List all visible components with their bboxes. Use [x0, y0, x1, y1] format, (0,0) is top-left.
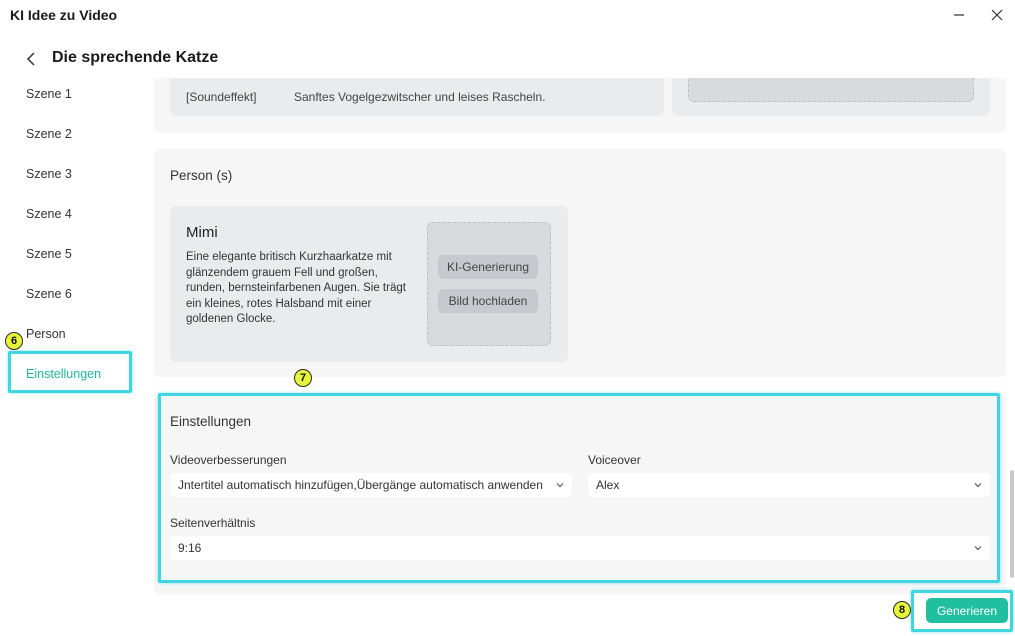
- scene-image-box: [672, 78, 990, 116]
- close-button[interactable]: [983, 4, 1011, 26]
- scene-image-dropzone[interactable]: [688, 78, 974, 102]
- sidebar-item-person[interactable]: Person: [26, 327, 66, 341]
- sound-effect-tag: [Soundeffekt]: [186, 90, 257, 104]
- sidebar-item-scene-3[interactable]: Szene 3: [26, 167, 72, 181]
- person-name: Mimi: [186, 224, 218, 241]
- sidebar-item-scene-4[interactable]: Szene 4: [26, 207, 72, 221]
- minimize-icon: [954, 14, 964, 16]
- sidebar-item-scene-2[interactable]: Szene 2: [26, 127, 72, 141]
- title-bar: KI Idee zu Video: [0, 0, 1015, 32]
- page-title: Die sprechende Katze: [52, 49, 219, 66]
- generate-button[interactable]: Generieren: [926, 598, 1008, 623]
- person-image-dropzone: KI-Generierung Bild hochladen: [427, 222, 551, 346]
- upload-image-button[interactable]: Bild hochladen: [438, 289, 538, 313]
- scene-panel: [Soundeffekt] Sanftes Vogelgezwitscher u…: [154, 78, 1006, 133]
- person-card: Mimi Eine elegante britisch Kurzhaarkatz…: [170, 206, 568, 362]
- person-panel: Person (s) Mimi Eine elegante britisch K…: [154, 149, 1006, 377]
- vertical-scrollbar[interactable]: [1010, 470, 1014, 578]
- step-badge-8: 8: [893, 601, 911, 619]
- person-section-title: Person (s): [170, 168, 233, 183]
- highlight-settings-panel: [158, 393, 1000, 583]
- back-button[interactable]: [22, 50, 40, 68]
- sound-effect-text: Sanftes Vogelgezwitscher und leises Rasc…: [294, 90, 546, 104]
- step-badge-7: 7: [294, 369, 312, 387]
- app-title: KI Idee zu Video: [10, 7, 118, 23]
- sidebar-item-scene-5[interactable]: Szene 5: [26, 247, 72, 261]
- sound-effect-box: [Soundeffekt] Sanftes Vogelgezwitscher u…: [170, 78, 664, 116]
- step-badge-6: 6: [5, 332, 23, 350]
- minimize-button[interactable]: [945, 4, 973, 26]
- sidebar-item-scene-1[interactable]: Szene 1: [26, 87, 72, 101]
- app-window: KI Idee zu Video Die sprechende Katze Sz…: [0, 0, 1015, 636]
- highlight-sidebar-settings: [8, 351, 132, 393]
- sidebar-item-scene-6[interactable]: Szene 6: [26, 287, 72, 301]
- chevron-left-icon: [26, 52, 35, 66]
- person-description: Eine elegante britisch Kurzhaarkatze mit…: [186, 251, 406, 325]
- ai-generate-button[interactable]: KI-Generierung: [438, 255, 538, 279]
- close-icon: [991, 9, 1003, 21]
